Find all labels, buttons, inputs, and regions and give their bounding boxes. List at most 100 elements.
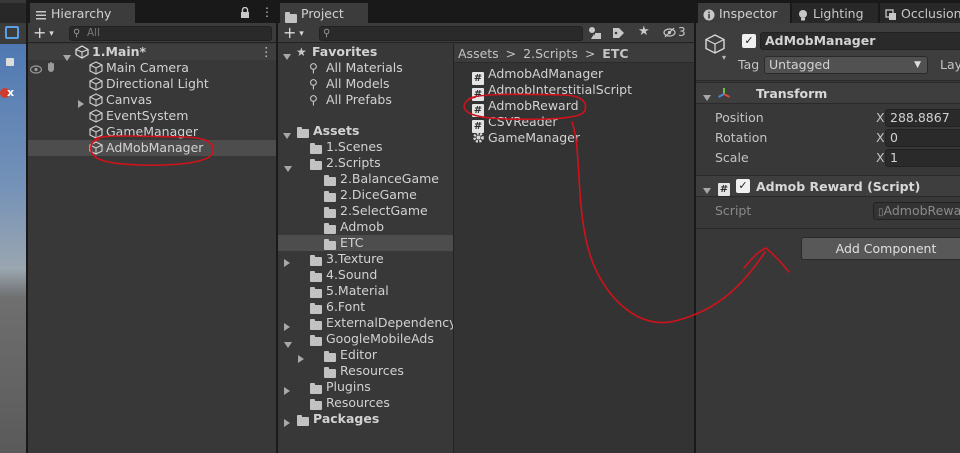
position-x-axis-label[interactable]: X bbox=[876, 110, 885, 126]
active-checkbox[interactable]: ✓ bbox=[742, 34, 756, 48]
breadcrumb-assets[interactable]: Assets bbox=[458, 46, 499, 61]
project-folder-item[interactable]: Editor bbox=[278, 347, 453, 363]
project-file-item[interactable]: # CSVReader bbox=[454, 114, 694, 133]
label-tag-icon[interactable] bbox=[612, 27, 625, 42]
tab-project[interactable]: Project bbox=[280, 3, 368, 23]
scene-view-tab[interactable] bbox=[0, 3, 26, 23]
project-file-item[interactable]: # AdmobInterstitialScript bbox=[454, 82, 694, 101]
project-file-item[interactable]: GameManager bbox=[454, 130, 694, 146]
project-folder-item[interactable]: ExternalDependencyM bbox=[278, 315, 467, 331]
search-icon: ⚲ bbox=[309, 61, 318, 75]
project-folder-item[interactable]: 3.Texture bbox=[278, 251, 453, 267]
hierarchy-item[interactable]: Main Camera bbox=[28, 60, 276, 76]
project-folder-item[interactable]: 5.Material bbox=[278, 283, 453, 299]
tab-lighting[interactable]: Lighting bbox=[792, 3, 878, 23]
add-component-button[interactable]: Add Component bbox=[801, 237, 960, 260]
project-folder-item[interactable]: Resources bbox=[278, 395, 453, 411]
breadcrumb-separator-icon: > bbox=[505, 46, 517, 61]
scene-row[interactable]: 1.Main* ⋮ bbox=[28, 44, 276, 61]
project-folder-item[interactable]: 4.Sound bbox=[278, 267, 453, 283]
breadcrumb-scripts[interactable]: 2.Scripts bbox=[523, 46, 578, 61]
expand-arrow-icon[interactable] bbox=[703, 90, 711, 104]
project-folder-item[interactable]: GoogleMobileAds bbox=[278, 331, 453, 348]
tag-dropdown[interactable]: Untagged ▼ bbox=[764, 56, 928, 74]
tab-hierarchy[interactable]: Hierarchy bbox=[30, 3, 135, 23]
project-folder-item[interactable]: 2.Scripts bbox=[278, 155, 453, 172]
project-folder-item[interactable]: ETC bbox=[278, 235, 453, 251]
scale-x-field[interactable]: 1 bbox=[885, 149, 960, 167]
hidden-packages-icon[interactable] bbox=[663, 27, 676, 41]
hierarchy-item[interactable]: GameManager bbox=[28, 124, 276, 140]
favorite-star-icon[interactable]: ★ bbox=[638, 24, 650, 39]
breadcrumb-separator-icon: > bbox=[584, 46, 596, 61]
project-folder-label: ETC bbox=[340, 235, 364, 250]
transform-header[interactable]: Transform bbox=[696, 82, 960, 104]
project-toolbar: + ▾ ⚲ ★ 3 bbox=[278, 23, 694, 43]
favorites-header[interactable]: ★ Favorites bbox=[278, 44, 453, 60]
more-options-icon[interactable]: ⋮ bbox=[261, 6, 273, 18]
packages-header[interactable]: Packages bbox=[278, 411, 453, 427]
object-name-field[interactable]: AdMobManager bbox=[760, 32, 960, 50]
create-button[interactable]: + ▾ bbox=[33, 24, 54, 45]
hierarchy-item[interactable]: Directional Light bbox=[28, 76, 276, 92]
scale-label: Scale bbox=[715, 150, 749, 165]
project-file-label: GameManager bbox=[488, 130, 581, 145]
project-file-item[interactable]: # AdmobAdManager bbox=[454, 66, 694, 85]
project-folder-item[interactable]: Plugins bbox=[278, 379, 453, 395]
tab-inspector[interactable]: Inspector bbox=[698, 3, 790, 23]
scene-viewport[interactable] bbox=[0, 44, 26, 453]
scene-menu-icon[interactable]: ⋮ bbox=[260, 44, 273, 60]
project-file-label: AdmobReward bbox=[488, 98, 579, 113]
position-x-field[interactable]: 288.8867 bbox=[885, 109, 960, 127]
project-folder-label: Editor bbox=[340, 347, 377, 362]
rotation-x-axis-label[interactable]: X bbox=[876, 130, 885, 146]
script-component-header[interactable]: # ✓ Admob Reward (Script) bbox=[696, 175, 960, 197]
breadcrumb-etc[interactable]: ETC bbox=[602, 46, 628, 61]
project-folder-item[interactable]: 1.Scenes bbox=[278, 139, 453, 155]
project-folder-item[interactable]: Resources bbox=[278, 363, 453, 379]
project-folder-item[interactable]: Admob bbox=[278, 219, 453, 235]
tab-project-label: Project bbox=[301, 6, 344, 21]
object-header: ▾ ✓ AdMobManager Tag Untagged ▼ Lay bbox=[696, 23, 960, 81]
favorites-label: Favorites bbox=[312, 44, 378, 59]
project-folder-item[interactable]: 2.SelectGame bbox=[278, 203, 453, 219]
project-folder-label: 5.Material bbox=[326, 283, 389, 298]
create-asset-button[interactable]: + ▾ bbox=[283, 24, 304, 45]
scale-x-axis-label[interactable]: X bbox=[876, 150, 885, 166]
favorites-item[interactable]: ⚲ All Materials bbox=[278, 60, 453, 76]
icon-dropdown-arrow-icon[interactable]: ▾ bbox=[722, 53, 726, 62]
project-file-label: AdmobInterstitialScript bbox=[488, 82, 633, 97]
favorites-item-label: All Prefabs bbox=[326, 92, 392, 107]
lock-icon[interactable] bbox=[240, 6, 250, 21]
packages-label: Packages bbox=[313, 411, 380, 426]
favorites-item[interactable]: ⚲ All Models bbox=[278, 76, 453, 92]
rotation-x-field[interactable]: 0 bbox=[885, 129, 960, 147]
hierarchy-item[interactable]: EventSystem bbox=[28, 108, 276, 124]
collapse-arrow-icon[interactable] bbox=[284, 415, 290, 431]
hierarchy-item[interactable]: AdMobManager bbox=[28, 140, 276, 156]
tab-occlusion[interactable]: Occlusion bbox=[880, 3, 960, 23]
favorites-item[interactable]: ⚲ All Prefabs bbox=[278, 92, 453, 108]
component-enabled-checkbox[interactable]: ✓ bbox=[736, 179, 750, 193]
scene-tools-icon[interactable] bbox=[5, 26, 19, 39]
assets-header[interactable]: Assets bbox=[278, 123, 453, 139]
script-object-field: ▯AdmobRewa bbox=[873, 202, 960, 220]
project-folder-label: 4.Sound bbox=[326, 267, 378, 282]
search-by-type-icon[interactable] bbox=[588, 26, 602, 43]
project-file-item[interactable]: # AdmobReward bbox=[454, 98, 694, 117]
expand-arrow-icon[interactable] bbox=[703, 183, 711, 197]
hierarchy-toolbar: + ▾ ⚲ All bbox=[28, 23, 276, 43]
tab-occlusion-label: Occlusion bbox=[901, 6, 960, 21]
tag-dropdown-value: Untagged bbox=[769, 57, 831, 72]
project-folder-item[interactable]: 6.Font bbox=[278, 299, 453, 315]
tab-lighting-label: Lighting bbox=[813, 6, 864, 21]
tab-inspector-label: Inspector bbox=[719, 6, 778, 21]
hierarchy-item[interactable]: Canvas bbox=[28, 92, 276, 108]
project-search-input[interactable]: ⚲ bbox=[319, 26, 583, 41]
project-folder-label: 1.Scenes bbox=[326, 139, 383, 154]
project-folder-item[interactable]: 2.DiceGame bbox=[278, 187, 453, 203]
gear-icon bbox=[472, 131, 485, 148]
component-divider bbox=[696, 228, 960, 229]
hierarchy-search-input[interactable]: ⚲ All bbox=[69, 26, 272, 41]
project-folder-item[interactable]: 2.BalanceGame bbox=[278, 171, 453, 187]
